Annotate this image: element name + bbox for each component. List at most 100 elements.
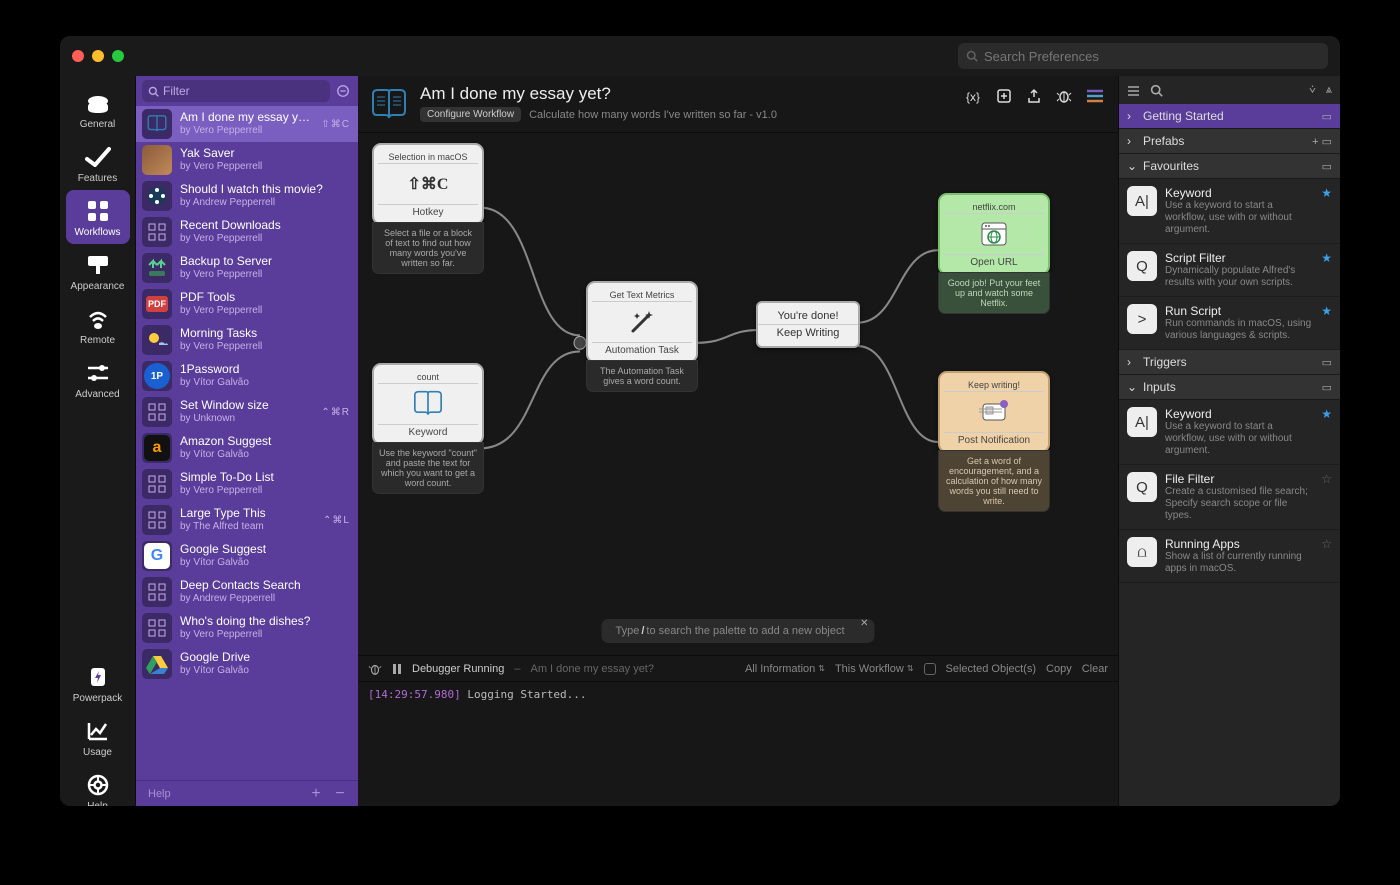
nav-workflows[interactable]: Workflows	[66, 190, 130, 244]
workflow-row[interactable]: Large Type Thisby The Alfred team⌃⌘L	[136, 502, 358, 538]
bug-icon[interactable]	[368, 662, 382, 676]
workflow-row-title: Yak Saver	[180, 147, 350, 161]
node-post-notification[interactable]: Keep writing! Post Notification Get a wo…	[938, 371, 1050, 512]
palette-item[interactable]: ⩍Running AppsShow a list of currently ru…	[1119, 530, 1340, 583]
palette-item-icon: Q	[1127, 251, 1157, 281]
workflow-row[interactable]: Yak Saverby Vero Pepperrell	[136, 142, 358, 178]
debugger-output[interactable]: [14:29:57.980] Logging Started...	[358, 682, 1118, 806]
import-button[interactable]	[996, 88, 1014, 106]
debugger-info-select[interactable]: All Information⇅	[745, 663, 825, 675]
nav-general[interactable]: General	[66, 82, 130, 136]
variables-button[interactable]: {x}	[966, 88, 984, 106]
palette-item-desc: Run commands in macOS, using various lan…	[1165, 318, 1313, 342]
nav-advanced[interactable]: Advanced	[66, 352, 130, 406]
workflow-list[interactable]: Am I done my essay yet?by Vero Pepperrel…	[136, 106, 358, 780]
palette-item[interactable]: A|KeywordUse a keyword to start a workfl…	[1119, 179, 1340, 244]
workflow-row[interactable]: Set Window sizeby Unknown⌃⌘R	[136, 394, 358, 430]
palette-item-icon: A|	[1127, 186, 1157, 216]
favourite-star[interactable]: ★	[1321, 186, 1332, 200]
favourite-star[interactable]: ★	[1321, 251, 1332, 265]
palette-section-prefabs[interactable]: ›Prefabs+ ▭	[1119, 129, 1340, 154]
palette-hint-bar[interactable]: Type / to search the palette to add a ne…	[601, 619, 874, 643]
section-rail-button[interactable]: + ▭	[1312, 135, 1332, 148]
export-button[interactable]	[1026, 88, 1044, 106]
debugger-copy-button[interactable]: Copy	[1046, 663, 1072, 675]
favourite-star[interactable]: ☆	[1321, 472, 1332, 486]
chevron-icon: ›	[1127, 109, 1137, 123]
nav-remote[interactable]: Remote	[66, 298, 130, 352]
workflow-row[interactable]: Should I watch this movie?by Andrew Pepp…	[136, 178, 358, 214]
debugger-clear-button[interactable]: Clear	[1082, 663, 1108, 675]
debug-button[interactable]	[1056, 88, 1074, 106]
workflow-row[interactable]: Google Driveby Vítor Galvão	[136, 646, 358, 682]
remove-workflow-button[interactable]: −	[328, 784, 352, 804]
expand-all-button[interactable]: ⩓	[1326, 84, 1332, 97]
node-hotkey[interactable]: Selection in macOS ⇧⌘C Hotkey Select a f…	[372, 143, 484, 274]
section-rail-button[interactable]: ▭	[1322, 110, 1332, 123]
nav-features[interactable]: Features	[66, 136, 130, 190]
configure-workflow-button[interactable]: Configure Workflow	[420, 107, 521, 122]
search-preferences-input[interactable]: Search Preferences	[958, 43, 1328, 69]
workflow-row-author: by Vero Pepperrell	[180, 485, 350, 497]
node-open-url[interactable]: netflix.com Open URL Good job! Put your …	[938, 193, 1050, 314]
list-icon[interactable]	[1127, 84, 1140, 97]
section-rail-button[interactable]: ▭	[1322, 160, 1332, 173]
workflow-row[interactable]: aAmazon Suggestby Vítor Galvão	[136, 430, 358, 466]
nav-usage[interactable]: Usage	[66, 710, 130, 764]
palette-section-inputs[interactable]: ⌄Inputs▭	[1119, 375, 1340, 400]
node-task-type: Automation Task	[592, 342, 692, 356]
section-rail-button[interactable]: ▭	[1322, 381, 1332, 394]
palette-section-triggers[interactable]: ›Triggers▭	[1119, 350, 1340, 375]
nav-appearance[interactable]: Appearance	[66, 244, 130, 298]
palette-item[interactable]: QScript FilterDynamically populate Alfre…	[1119, 244, 1340, 297]
workflow-row-author: by Vítor Galvão	[180, 665, 350, 677]
help-icon	[85, 772, 111, 798]
workflow-editor: Am I done my essay yet? Configure Workfl…	[358, 76, 1118, 806]
palette-item[interactable]: >Run ScriptRun commands in macOS, using …	[1119, 297, 1340, 350]
palette-section-getting-started[interactable]: ›Getting Started▭	[1119, 104, 1340, 129]
workflow-filter-options[interactable]	[334, 82, 352, 100]
palette-toggle-button[interactable]	[1086, 88, 1104, 106]
palette-header: ⩒ ⩓	[1119, 76, 1340, 104]
workflow-row[interactable]: 1P1Passwordby Vítor Galvão	[136, 358, 358, 394]
nav-help[interactable]: Help	[66, 764, 130, 806]
workflow-row[interactable]: PDFPDF Toolsby Vero Pepperrell	[136, 286, 358, 322]
palette-search-button[interactable]	[1150, 84, 1163, 97]
minimize-window-button[interactable]	[92, 50, 104, 62]
selected-objects-checkbox[interactable]	[924, 663, 936, 675]
node-automation-task[interactable]: Get Text Metrics Automation Task The Aut…	[586, 281, 698, 392]
favourite-star[interactable]: ★	[1321, 304, 1332, 318]
pause-button[interactable]	[392, 663, 402, 675]
workflow-row[interactable]: Morning Tasksby Vero Pepperrell	[136, 322, 358, 358]
section-rail-button[interactable]: ▭	[1322, 356, 1332, 369]
close-window-button[interactable]	[72, 50, 84, 62]
workflow-row[interactable]: Who's doing the dishes?by Vero Pepperrel…	[136, 610, 358, 646]
workflow-row[interactable]: Recent Downloadsby Vero Pepperrell	[136, 214, 358, 250]
workflow-filter-input[interactable]: Filter	[142, 80, 330, 102]
search-preferences-placeholder: Search Preferences	[984, 49, 1099, 64]
node-keyword[interactable]: count Keyword Use the keyword "count" an…	[372, 363, 484, 494]
palette-item-icon: Q	[1127, 472, 1157, 502]
nav-powerpack[interactable]: Powerpack	[66, 656, 130, 710]
palette-section-favourites[interactable]: ⌄Favourites▭	[1119, 154, 1340, 179]
palette-item-desc: Show a list of currently running apps in…	[1165, 551, 1313, 575]
favourite-star[interactable]: ★	[1321, 407, 1332, 421]
palette-item[interactable]: A|KeywordUse a keyword to start a workfl…	[1119, 400, 1340, 465]
add-workflow-button[interactable]: +	[304, 784, 328, 804]
node-conditional[interactable]: You're done! Keep Writing	[756, 301, 860, 348]
workflow-row[interactable]: GGoogle Suggestby Vítor Galvão	[136, 538, 358, 574]
workflow-canvas[interactable]: Selection in macOS ⇧⌘C Hotkey Select a f…	[358, 132, 1118, 656]
workflow-row[interactable]: Simple To-Do Listby Vero Pepperrell	[136, 466, 358, 502]
workflow-row-icon	[142, 397, 172, 427]
palette-hint-close[interactable]: ✕	[860, 618, 868, 629]
workflow-row[interactable]: Deep Contacts Searchby Andrew Pepperrell	[136, 574, 358, 610]
zoom-window-button[interactable]	[112, 50, 124, 62]
collapse-all-button[interactable]: ⩒	[1309, 84, 1316, 97]
favourite-star[interactable]: ☆	[1321, 537, 1332, 551]
debugger-scope-select[interactable]: This Workflow⇅	[835, 663, 914, 675]
workflow-sidebar: Filter Am I done my essay yet?by Vero Pe…	[136, 76, 358, 806]
workflow-row[interactable]: Backup to Serverby Vero Pepperrell	[136, 250, 358, 286]
workflow-row[interactable]: Am I done my essay yet?by Vero Pepperrel…	[136, 106, 358, 142]
help-link[interactable]: Help	[148, 788, 171, 800]
palette-item[interactable]: QFile FilterCreate a customised file sea…	[1119, 465, 1340, 530]
